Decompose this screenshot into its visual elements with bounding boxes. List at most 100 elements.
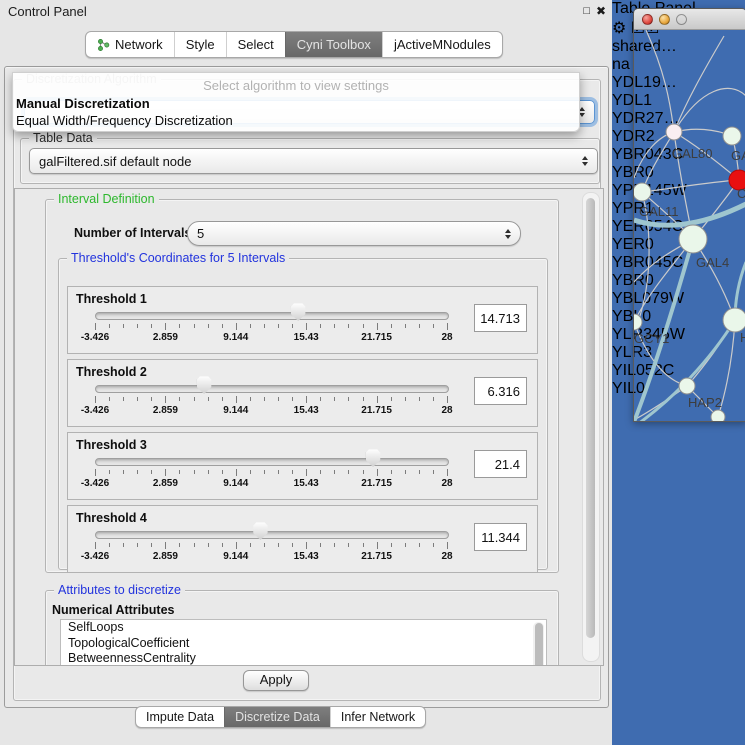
algorithm-placeholder-option[interactable]: Select algorithm to view settings <box>13 78 579 93</box>
threshold-panel: Threshold 4-3.4262.8599.14415.4321.71528… <box>67 505 538 573</box>
bottom-tab-strip: Impute Data Discretize DataInfer Network <box>135 706 426 728</box>
network-edge[interactable] <box>642 180 739 192</box>
slider-tick <box>95 542 96 549</box>
hap2-node[interactable] <box>679 378 695 394</box>
tab-label: Select <box>238 37 274 52</box>
slider-tick <box>151 324 152 328</box>
slider-tick <box>123 397 124 401</box>
slider-tick <box>123 324 124 328</box>
slider-tick <box>264 470 265 474</box>
network-edge[interactable] <box>634 132 674 178</box>
tab-label: Impute Data <box>146 710 214 724</box>
attribute-list-item[interactable]: TopologicalCoefficient <box>61 636 546 652</box>
slider-tick <box>377 396 378 403</box>
settings-scroll-area: Interval Definition Number of Intervals … <box>14 188 604 666</box>
float-window-icon[interactable]: □ <box>583 5 590 17</box>
slider-tick <box>179 543 180 547</box>
slider-tick <box>391 397 392 401</box>
slider-tick <box>264 397 265 401</box>
threshold-slider-track[interactable] <box>95 531 449 539</box>
minimize-traffic-light-icon[interactable] <box>659 14 670 25</box>
network-edge[interactable] <box>646 30 674 132</box>
slider-tick-label: 15.43 <box>294 405 319 416</box>
panel-title: Control Panel <box>8 4 87 19</box>
slider-tick <box>405 324 406 328</box>
number-of-intervals-spinner[interactable]: 5 <box>187 221 521 246</box>
slider-tick <box>236 396 237 403</box>
slider-tick <box>348 543 349 547</box>
numerical-attributes-list[interactable]: SelfLoopsTopologicalCoefficientBetweenne… <box>60 619 547 666</box>
slider-tick <box>137 470 138 474</box>
threshold-value-field[interactable]: 11.344 <box>474 523 527 551</box>
slider-tick-label: 21.715 <box>361 478 392 489</box>
slider-tick <box>320 543 321 547</box>
slider-tick <box>250 543 251 547</box>
gal11-node[interactable] <box>634 183 651 201</box>
threshold-value-field[interactable]: 14.713 <box>474 304 527 332</box>
apply-button[interactable]: Apply <box>243 670 309 691</box>
network-edge[interactable] <box>674 88 745 132</box>
slider-tick <box>419 397 420 401</box>
attribute-list-item[interactable]: BetweennessCentrality <box>61 651 546 666</box>
table-data-combobox[interactable]: galFiltered.sif default node <box>29 148 598 174</box>
network-view-window[interactable]: GAL80GACGAL11GAL4GCY1HHAP2 <box>633 8 745 422</box>
slider-tick <box>320 470 321 474</box>
slider-tick <box>292 324 293 328</box>
close-icon[interactable]: ✖ <box>596 4 606 18</box>
node-label-gal80: GAL80 <box>672 146 712 161</box>
tab-select[interactable]: Select <box>226 32 285 57</box>
slider-tick-label: 9.144 <box>223 332 248 343</box>
attributes-list-scrollbar[interactable] <box>533 622 544 666</box>
gal80-node[interactable] <box>666 124 682 140</box>
attribute-list-item[interactable]: SelfLoops <box>61 620 546 636</box>
threshold-value-field[interactable]: 21.4 <box>474 450 527 478</box>
threshold-slider-track[interactable] <box>95 312 449 320</box>
slider-tick <box>250 397 251 401</box>
network-edge[interactable] <box>674 36 724 132</box>
tab-style[interactable]: Style <box>174 32 226 57</box>
threshold-value-field[interactable]: 6.316 <box>474 377 527 405</box>
slider-tick-label: 28 <box>441 332 452 343</box>
slider-tick <box>405 470 406 474</box>
slider-tick <box>109 543 110 547</box>
interval-definition-group: Interval Definition Number of Intervals … <box>45 199 559 573</box>
slider-tick <box>348 397 349 401</box>
slider-tick <box>208 324 209 328</box>
threshold-slider-track[interactable] <box>95 458 449 466</box>
network-edge[interactable] <box>634 239 693 322</box>
control-panel-titlebar: Control Panel □ ✖ <box>0 0 612 24</box>
slider-tick-label: 2.859 <box>153 332 178 343</box>
slider-tick <box>95 469 96 476</box>
slider-tick-label: -3.426 <box>81 332 109 343</box>
threshold-label: Threshold 1 <box>76 292 147 306</box>
slider-tick-label: -3.426 <box>81 405 109 416</box>
close-traffic-light-icon[interactable] <box>642 14 653 25</box>
tab-discretize-data[interactable]: Discretize Data <box>224 707 330 727</box>
popup-option-manual-discretization[interactable]: Manual Discretization <box>16 96 150 111</box>
h-node[interactable] <box>723 308 745 332</box>
zoom-traffic-light-icon[interactable] <box>676 14 687 25</box>
slider-tick <box>222 397 223 401</box>
threshold-slider-track[interactable] <box>95 385 449 393</box>
gal4-node[interactable] <box>679 225 707 253</box>
tab-jactivemnodules[interactable]: jActiveMNodules <box>382 32 502 57</box>
network-canvas[interactable]: GAL80GACGAL11GAL4GCY1HHAP2 <box>634 30 745 422</box>
top-right-node[interactable] <box>723 127 741 145</box>
gear-icon[interactable]: ⚙ <box>612 20 626 37</box>
threshold-label: Threshold 2 <box>76 365 147 379</box>
slider-tick <box>363 470 364 474</box>
slider-tick <box>222 543 223 547</box>
settings-vertical-scrollbar[interactable] <box>582 192 600 662</box>
gcy1-node[interactable] <box>634 314 642 330</box>
slider-tick <box>320 324 321 328</box>
slider-tick <box>165 469 166 476</box>
popup-option-equal-width-frequency-discretization[interactable]: Equal Width/Frequency Discretization <box>16 113 233 128</box>
bottom-node[interactable] <box>711 410 725 421</box>
tab-infer-network[interactable]: Infer Network <box>330 707 425 727</box>
node-label-c: C <box>737 186 745 201</box>
tab-cyni-toolbox[interactable]: Cyni Toolbox <box>285 32 382 57</box>
tab-network[interactable]: Network <box>86 32 174 57</box>
slider-tick <box>363 324 364 328</box>
tab-impute-data[interactable]: Impute Data <box>136 707 224 727</box>
network-window-titlebar[interactable] <box>634 9 745 30</box>
